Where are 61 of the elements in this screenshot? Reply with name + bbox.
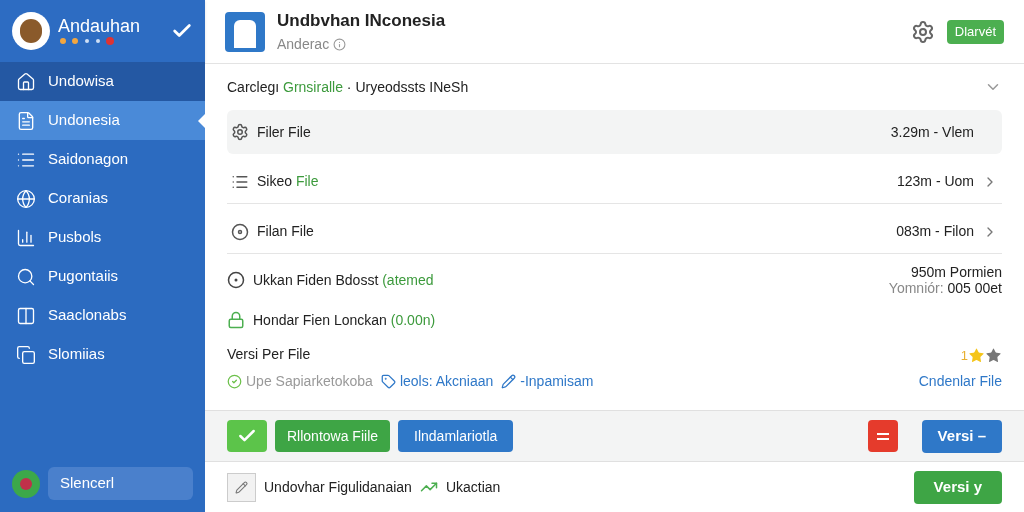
sidebar-item[interactable]: Coranias <box>0 179 205 218</box>
document-icon[interactable] <box>867 420 898 452</box>
version-button[interactable]: Versi – <box>921 419 1002 453</box>
settings-icon[interactable] <box>910 19 935 44</box>
star-icon <box>968 346 985 364</box>
detail-meta: 950m Pormien <box>910 264 1002 280</box>
file-icon <box>231 222 249 241</box>
detail-text: Hondar Fien Lonckan (0.00n) <box>253 310 437 330</box>
footer-button[interactable]: Slencerl <box>48 467 193 500</box>
page-subtitle: Anderac <box>277 34 330 54</box>
footer-text: Undovhar Figulidanaian <box>264 477 412 497</box>
primary-button[interactable]: Rllontowa Fiile <box>275 420 391 452</box>
category-label: Carclegı Grnsiralle · Uryeodssts INeSh <box>227 77 470 97</box>
nav-icon <box>16 344 36 365</box>
pen-icon <box>501 373 517 389</box>
detail-text: Ukkan Fiden Bdosst (atemed <box>253 270 435 290</box>
footer-version-button[interactable]: Versi y <box>913 470 1002 504</box>
file-name: Filan File <box>257 223 314 239</box>
sidebar-item[interactable]: Saaclonabs <box>0 296 205 335</box>
detail-sub-meta: Yomniór: 005 00et <box>888 280 1002 296</box>
app-logo-icon <box>225 11 265 52</box>
version-link[interactable]: -Inpamisam <box>520 370 594 392</box>
side-link[interactable]: Cndenlar File <box>918 370 1002 392</box>
sidebar-item[interactable]: Pugontaiis <box>0 257 205 296</box>
nav-icon <box>16 305 36 326</box>
page-title: Undbvhan INconesia <box>277 10 447 33</box>
file-icon <box>231 123 249 141</box>
version-link[interactable]: leols: Akcniaan <box>399 370 494 392</box>
section-title: Versi Per File <box>227 345 312 364</box>
header-button[interactable]: Dlarvét <box>946 19 1004 44</box>
file-name: Filer File <box>257 123 311 140</box>
nav-icon <box>16 71 36 92</box>
file-row[interactable]: Filer File 3.29m - Vlem <box>227 110 1002 154</box>
sidebar-item[interactable]: Pusbols <box>0 218 205 257</box>
tag-icon <box>380 373 396 389</box>
nav-icon <box>16 227 36 248</box>
detail-icon <box>227 271 245 289</box>
sidebar-item[interactable]: Undowisa <box>0 62 205 101</box>
star-icon <box>985 346 1002 364</box>
file-name: Sikeo File <box>257 173 319 189</box>
star-rating: 1 <box>960 345 1002 365</box>
status-icon <box>227 373 242 389</box>
sidebar-item[interactable]: Slomiias <box>0 335 205 374</box>
sidebar-item[interactable]: Saidonagon <box>0 140 205 179</box>
nav-icon <box>16 110 36 131</box>
nav-icon <box>16 266 36 287</box>
profile-name: Andauhan <box>58 16 142 36</box>
nav-icon <box>16 188 36 209</box>
pointer-icon <box>198 113 205 128</box>
file-meta: 083m - Filon <box>896 222 974 241</box>
info-icon[interactable] <box>333 37 347 51</box>
sidebar-item[interactable]: Undonesia <box>0 101 205 140</box>
detail-icon <box>227 311 245 329</box>
file-row[interactable]: Sikeo File 123m - Uom <box>227 160 1002 204</box>
footer-tail: Ukactian <box>445 477 502 497</box>
file-meta: 3.29m - Vlem <box>890 122 974 142</box>
secondary-button[interactable]: Ilndamlariotla <box>398 420 514 452</box>
file-meta: 123m - Uom <box>896 172 974 191</box>
avatar[interactable] <box>12 12 50 50</box>
file-row[interactable]: Filan File 083m - Filon <box>227 210 1002 254</box>
confirm-button[interactable] <box>227 420 267 452</box>
